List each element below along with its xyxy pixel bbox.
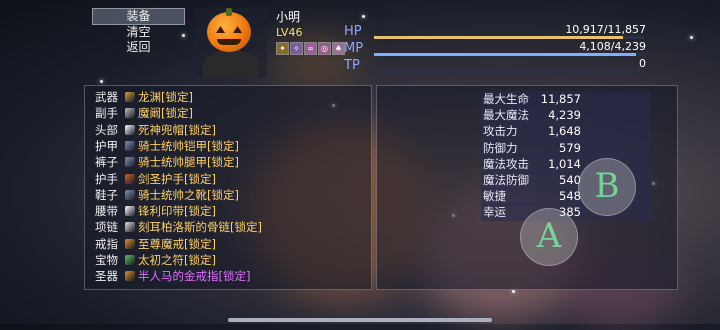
- sparkle: [690, 36, 693, 39]
- character-name: 小明: [276, 10, 301, 24]
- stat-row: 最大生命 11,857: [481, 91, 651, 108]
- menu-item-equip[interactable]: 装备: [92, 8, 185, 25]
- equipment-item-name: 骑士统帅铠甲[锁定]: [138, 138, 239, 153]
- equipment-slot-label: 腰带: [95, 204, 118, 219]
- tp-label: TP: [344, 58, 360, 73]
- equipment-item-name: 至尊魔戒[锁定]: [138, 236, 216, 251]
- stat-name: 魔法攻击: [483, 156, 529, 171]
- equipment-item-name: 魔阚[锁定]: [138, 106, 193, 121]
- hp-value: 10,917/11,857: [565, 23, 646, 36]
- mp-bar: MP 4,108/4,239: [344, 40, 650, 57]
- equipment-slot-label: 鞋子: [95, 187, 118, 202]
- b-button[interactable]: B: [578, 158, 636, 216]
- stat-row: 最大魔法 4,239: [481, 107, 651, 125]
- sparkle: [512, 290, 515, 293]
- equipment-item-name: 刻耳柏洛斯的骨链[锁定]: [138, 220, 262, 235]
- equipment-slot-label: 副手: [95, 106, 118, 121]
- mp-fill: [374, 53, 636, 56]
- armor-icon: [125, 140, 135, 151]
- stat-value: 579: [559, 140, 581, 155]
- command-menu: 装备 清空 返回: [92, 8, 185, 55]
- character-portrait: [195, 8, 267, 78]
- equipment-row[interactable]: 戒指 至尊魔戒[锁定]: [95, 237, 216, 252]
- hp-bar: HP 10,917/11,857: [344, 23, 650, 40]
- equipment-slot-label: 护手: [95, 171, 118, 186]
- equipment-row[interactable]: 项链 刻耳柏洛斯的骨链[锁定]: [95, 220, 262, 235]
- a-button[interactable]: A: [520, 208, 578, 266]
- equipment-item-name: 剑圣护手[锁定]: [138, 171, 216, 186]
- equipment-item-name: 半人马的金戒指[锁定]: [138, 269, 251, 284]
- equipment-slot-label: 戒指: [95, 236, 118, 251]
- equipment-row[interactable]: 腰带 锋利印带[锁定]: [95, 204, 216, 219]
- buff-icon-2: ✧: [290, 42, 303, 55]
- buff-icon-3: ∞: [304, 42, 317, 55]
- equipment-row[interactable]: 圣器 半人马的金戒指[锁定]: [95, 269, 250, 284]
- equipment-slot-label: 头部: [95, 122, 118, 137]
- boots-icon: [125, 189, 135, 200]
- stat-row: 攻击力 1,648: [481, 123, 651, 141]
- menu-item-back[interactable]: 返回: [92, 40, 185, 55]
- equipment-row[interactable]: 护手 剑圣护手[锁定]: [95, 172, 216, 187]
- equipment-item-name: 太初之符[锁定]: [138, 253, 216, 267]
- stat-name: 最大魔法: [483, 108, 529, 123]
- equipment-panel: 武器 龙渊[锁定] 副手 魔阚[锁定] 头部 死神兜帽[锁定] 护甲 骑士统帅铠甲[锁定] 裤子…: [84, 85, 372, 290]
- equipment-slot-label: 宝物: [95, 253, 118, 267]
- character-level: LV46: [276, 26, 303, 39]
- stat-name: 敏捷: [483, 189, 506, 204]
- equipment-slot-label: 项链: [95, 220, 118, 235]
- stat-name: 魔法防御: [483, 173, 529, 187]
- pumpkin-head-icon: [207, 12, 251, 52]
- hp-fill: [374, 36, 623, 39]
- sword-icon: [125, 92, 135, 102]
- equipment-slot-label: 裤子: [95, 155, 118, 170]
- dagger-icon: [125, 108, 135, 119]
- stat-row: 防御力 579: [481, 139, 651, 157]
- mp-value: 4,108/4,239: [579, 40, 646, 53]
- home-indicator: [228, 318, 492, 322]
- ring-icon: [125, 238, 135, 249]
- stat-value: 1,648: [548, 124, 581, 139]
- tp-bar: TP 0: [344, 57, 650, 74]
- status-effects: ✦ ✧ ∞ ◎ ♠: [276, 42, 345, 55]
- equipment-row[interactable]: 护甲 骑士统帅铠甲[锁定]: [95, 139, 239, 154]
- sparkle: [362, 15, 365, 18]
- buff-icon-4: ◎: [318, 42, 331, 55]
- gauntlet-icon: [125, 173, 135, 184]
- mp-label: MP: [344, 41, 364, 56]
- equipment-item-name: 龙渊[锁定]: [138, 90, 193, 104]
- equipment-row[interactable]: 鞋子 骑士统帅之靴[锁定]: [95, 188, 239, 203]
- equipment-row[interactable]: 头部 死神兜帽[锁定]: [95, 123, 216, 138]
- equipment-item-name: 锋利印带[锁定]: [138, 204, 216, 219]
- equipment-row[interactable]: 副手 魔阚[锁定]: [95, 106, 193, 121]
- stat-name: 最大生命: [483, 92, 529, 106]
- stat-value: 1,014: [548, 156, 581, 171]
- hood-icon: [125, 124, 135, 135]
- sparkle: [100, 80, 103, 83]
- legs-icon: [125, 157, 135, 168]
- stat-value: 11,857: [540, 92, 581, 106]
- equipment-item-name: 骑士统帅之靴[锁定]: [138, 187, 239, 202]
- equipment-slot-label: 圣器: [95, 269, 118, 284]
- equipment-row[interactable]: 武器 龙渊[锁定]: [95, 90, 193, 105]
- gold-ring-icon: [125, 271, 135, 282]
- hp-label: HP: [344, 24, 362, 39]
- buff-icon-1: ✦: [276, 42, 289, 55]
- equipment-item-name: 死神兜帽[锁定]: [138, 122, 216, 137]
- belt-icon: [125, 206, 135, 217]
- menu-item-clear[interactable]: 清空: [92, 25, 185, 40]
- stat-name: 防御力: [483, 140, 518, 155]
- equipment-row[interactable]: 裤子 骑士统帅腿甲[锁定]: [95, 155, 239, 170]
- portrait-body: [203, 50, 259, 78]
- equipment-slot-label: 护甲: [95, 138, 118, 153]
- equipment-slot-label: 武器: [95, 90, 118, 104]
- stat-name: 幸运: [483, 205, 506, 220]
- necklace-icon: [125, 222, 135, 233]
- pumpkin-stem: [226, 8, 232, 16]
- charm-icon: [125, 255, 135, 265]
- stat-value: 4,239: [548, 108, 581, 123]
- equipment-row[interactable]: 宝物 太初之符[锁定]: [95, 253, 216, 268]
- tp-value: 0: [639, 57, 646, 70]
- equipment-item-name: 骑士统帅腿甲[锁定]: [138, 155, 239, 170]
- stat-name: 攻击力: [483, 124, 518, 139]
